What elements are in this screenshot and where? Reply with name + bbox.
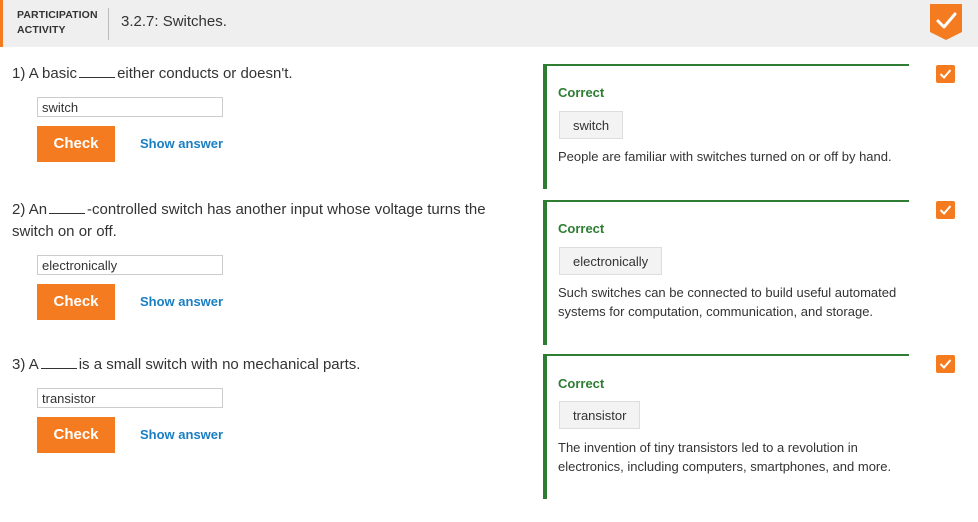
header-accent-bar <box>0 0 3 47</box>
participation-label-line2: ACTIVITY <box>17 24 66 36</box>
feedback-panel-3: Correct transistor The invention of tiny… <box>543 354 909 499</box>
correct-answer-chip: transistor <box>559 401 641 429</box>
question-text-before: An <box>28 201 48 218</box>
show-answer-link-1[interactable]: Show answer <box>140 136 223 151</box>
question-text-after: is a small switch with no mechanical par… <box>78 356 361 373</box>
answer-input-2[interactable] <box>37 255 223 275</box>
question-number: 3) <box>12 356 26 373</box>
participation-activity-label: PARTICIPATION ACTIVITY <box>17 8 98 38</box>
feedback-status: Correct <box>558 376 605 391</box>
blank-line <box>40 356 77 369</box>
question-1: 1) A basic either conducts or doesn't. <box>12 63 522 85</box>
question-text-before: A <box>28 356 39 373</box>
feedback-explanation: People are familiar with switches turned… <box>558 149 892 164</box>
question-2: 2) An -controlled switch has another inpu… <box>12 199 522 243</box>
header-divider <box>108 8 109 40</box>
question-number: 2) <box>12 201 26 218</box>
check-button-3[interactable]: Check <box>37 417 115 453</box>
answer-input-3[interactable] <box>37 388 223 408</box>
question-text-after: either conducts or doesn't. <box>117 65 293 82</box>
activity-header: PARTICIPATION ACTIVITY 3.2.7: Switches. <box>0 0 978 47</box>
show-answer-link-3[interactable]: Show answer <box>140 427 223 442</box>
feedback-explanation: The invention of tiny transistors led to… <box>558 440 892 474</box>
answer-input-1[interactable] <box>37 97 223 117</box>
participation-label-line1: PARTICIPATION <box>17 9 98 21</box>
feedback-panel-2: Correct electronically Such switches can… <box>543 200 909 345</box>
feedback-explanation: Such switches can be connected to build … <box>558 285 897 319</box>
feedback-status: Correct <box>558 221 605 236</box>
completed-checkbox-icon <box>936 201 955 219</box>
completed-badge-icon <box>930 4 962 40</box>
blank-line <box>79 65 116 78</box>
question-text-before: A basic <box>28 65 78 82</box>
correct-answer-chip: switch <box>559 111 624 139</box>
question-3: 3) Ais a small switch with no mechanical… <box>12 354 522 376</box>
feedback-status: Correct <box>558 85 605 100</box>
completed-checkbox-icon <box>936 65 955 83</box>
blank-line <box>49 201 86 214</box>
check-button-2[interactable]: Check <box>37 284 115 320</box>
activity-title: 3.2.7: Switches. <box>121 13 227 30</box>
feedback-panel-1: Correct switch People are familiar with … <box>543 64 909 189</box>
check-button-1[interactable]: Check <box>37 126 115 162</box>
question-number: 1) <box>12 65 26 82</box>
completed-checkbox-icon <box>936 355 955 373</box>
show-answer-link-2[interactable]: Show answer <box>140 294 223 309</box>
correct-answer-chip: electronically <box>559 247 663 275</box>
